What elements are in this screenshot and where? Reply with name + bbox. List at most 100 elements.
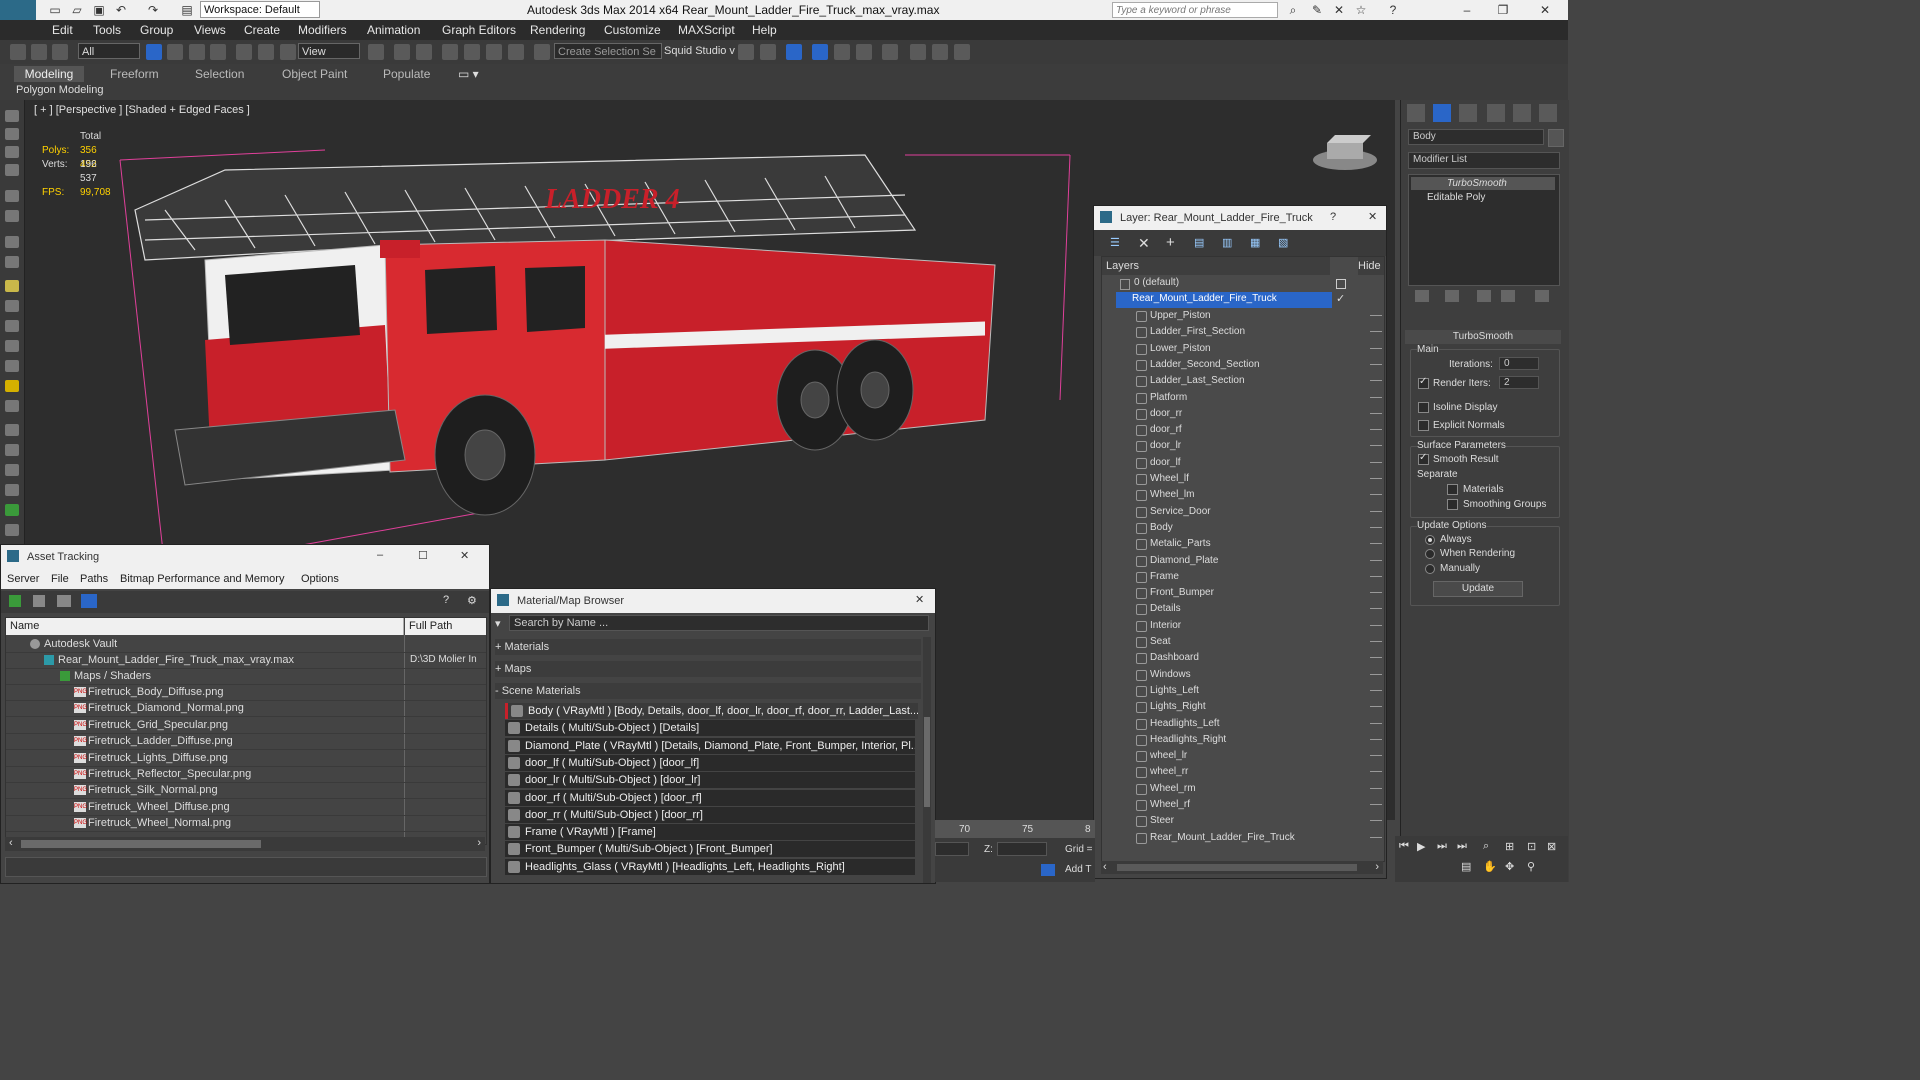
material-row[interactable]: Frame ( VRayMtl ) [Frame] — [505, 824, 915, 841]
layer-item[interactable]: Lights_Left — [1114, 683, 1384, 699]
menu-animation[interactable]: Animation — [367, 23, 420, 37]
layer-item[interactable]: Details — [1114, 601, 1384, 617]
time-tag-icon[interactable] — [1041, 864, 1055, 876]
when-rendering-radio[interactable] — [1425, 549, 1435, 559]
viewport-label[interactable]: [ + ] [Perspective ] [Shaded + Edged Fac… — [34, 104, 250, 116]
layer-item[interactable]: Wheel_lf — [1114, 471, 1384, 487]
zoom-extents-icon[interactable]: ⊡ — [1527, 840, 1536, 853]
layer-default-hide-box[interactable] — [1336, 279, 1346, 289]
help-icon[interactable]: ? — [1330, 211, 1336, 223]
goto-end-icon[interactable]: ⏭ — [1457, 840, 1467, 853]
align-icon[interactable] — [760, 44, 776, 60]
layer-item[interactable]: Seat — [1114, 634, 1384, 650]
hide-toggle[interactable] — [1370, 412, 1382, 414]
ribbon-options-icon[interactable]: ▭ ▾ — [458, 67, 479, 81]
asset-file-row[interactable]: PNG Firetruck_Grid_Specular.png — [6, 717, 486, 734]
asset-menu-paths[interactable]: Paths — [80, 573, 108, 585]
utilities-tab-icon[interactable] — [1539, 104, 1557, 122]
undo-icon[interactable]: ↶ — [114, 3, 128, 17]
layer-item[interactable]: Headlights_Right — [1114, 732, 1384, 748]
menu-views[interactable]: Views — [194, 23, 226, 37]
scroll-left-icon[interactable]: ‹ — [9, 837, 13, 849]
favorites-icon[interactable]: ☆ — [1354, 3, 1368, 17]
layer-item[interactable]: door_rr — [1114, 406, 1384, 422]
layer-item[interactable]: Body — [1114, 520, 1384, 536]
tool-icon-19[interactable] — [5, 484, 19, 496]
always-radio[interactable] — [1425, 535, 1435, 545]
freeze-all-icon[interactable]: ▧ — [1278, 236, 1288, 249]
polygon-modeling-label[interactable]: Polygon Modeling — [16, 84, 103, 96]
named-selection-dropdown[interactable]: Create Selection Se — [554, 43, 662, 59]
manually-radio[interactable] — [1425, 564, 1435, 574]
edit-named-sel-icon[interactable] — [534, 44, 550, 60]
selection-filter-dropdown[interactable]: All — [78, 43, 140, 59]
angle-snap-icon[interactable] — [464, 44, 480, 60]
smoothing-groups-checkbox[interactable] — [1447, 499, 1458, 510]
mat-options-icon[interactable]: ▾ — [495, 617, 507, 630]
close-icon[interactable]: ✕ — [1368, 210, 1377, 223]
link-icon[interactable] — [10, 44, 26, 60]
tab-freeform[interactable]: Freeform — [110, 67, 159, 81]
hide-toggle[interactable] — [1370, 641, 1382, 642]
layer-item[interactable]: Lower_Piston — [1114, 341, 1384, 357]
layer-hscroll[interactable]: ‹ › — [1101, 861, 1383, 874]
layer-item[interactable]: door_lf — [1114, 455, 1384, 471]
rect-region-icon[interactable] — [189, 44, 205, 60]
tab-populate[interactable]: Populate — [383, 67, 430, 81]
snap-icon[interactable] — [442, 44, 458, 60]
pan-icon[interactable]: ✋ — [1483, 860, 1497, 873]
percent-snap-icon[interactable] — [486, 44, 502, 60]
hide-toggle[interactable] — [1370, 689, 1382, 691]
display-tab-icon[interactable] — [1513, 104, 1531, 122]
tool-icon-11[interactable] — [5, 320, 19, 332]
pin-stack-icon[interactable] — [1415, 290, 1429, 302]
tool-icon-9[interactable] — [5, 280, 19, 292]
material-row[interactable]: door_lr ( Multi/Sub-Object ) [door_lr] — [505, 772, 915, 789]
mat-search-input[interactable]: Search by Name ... — [509, 615, 929, 631]
goto-start-icon[interactable]: ⏮ — [1399, 840, 1409, 853]
menu-graph-editors[interactable]: Graph Editors — [442, 23, 516, 37]
hide-toggle[interactable] — [1370, 771, 1382, 773]
minimize-icon[interactable]: – — [1460, 3, 1474, 17]
hide-toggle[interactable] — [1370, 445, 1382, 447]
layer-item[interactable]: Interior — [1114, 618, 1384, 634]
material-row[interactable]: Diamond_Plate ( VRayMtl ) [Details, Diam… — [505, 737, 915, 754]
hide-toggle[interactable] — [1370, 820, 1382, 822]
close-icon[interactable]: ✕ — [1538, 3, 1552, 17]
tool-icon-14[interactable] — [5, 380, 19, 392]
hide-column-header[interactable]: Hide — [1358, 257, 1384, 275]
zoom-icon[interactable]: ⌕ — [1483, 840, 1489, 853]
add-time-tag[interactable]: Add T — [1065, 864, 1092, 875]
scroll-right-icon[interactable]: › — [477, 837, 481, 849]
layer-item[interactable]: Wheel_rm — [1114, 781, 1384, 797]
fov-icon[interactable]: ▤ — [1461, 860, 1471, 873]
make-unique-icon[interactable] — [1477, 290, 1491, 302]
window-crossing-icon[interactable] — [210, 44, 226, 60]
ref-coord-dropdown[interactable]: View — [298, 43, 360, 59]
scale-icon[interactable] — [280, 44, 296, 60]
asset-hscroll[interactable]: ‹ › — [5, 837, 485, 851]
isoline-display-checkbox[interactable] — [1418, 402, 1429, 413]
modifier-list-dropdown[interactable]: Modifier List — [1408, 152, 1560, 169]
remove-modifier-icon[interactable] — [1501, 290, 1515, 302]
hide-toggle[interactable] — [1370, 804, 1382, 805]
layer-item[interactable]: Wheel_rf — [1114, 797, 1384, 813]
asset-file-row[interactable]: PNG Firetruck_Silk_Normal.png — [6, 782, 486, 800]
save-icon[interactable]: ▣ — [92, 3, 106, 17]
hide-toggle[interactable] — [1370, 722, 1382, 724]
settings-icon[interactable]: ⚙ — [467, 594, 477, 607]
tool-icon-21[interactable] — [5, 524, 19, 536]
maximize-viewport-icon[interactable]: ⊠ — [1547, 840, 1556, 853]
asset-menu-bitmap[interactable]: Bitmap Performance and Memory — [120, 573, 284, 585]
motion-tab-icon[interactable] — [1487, 104, 1505, 122]
mirror-icon[interactable] — [738, 44, 754, 60]
layer-manager-icon[interactable] — [786, 44, 802, 60]
move-icon[interactable] — [236, 44, 252, 60]
spinner-snap-icon[interactable] — [508, 44, 524, 60]
hide-toggle[interactable] — [1370, 315, 1382, 316]
add-to-layer-icon[interactable]: + — [1166, 234, 1175, 251]
menu-rendering[interactable]: Rendering — [530, 23, 585, 37]
material-row[interactable]: Details ( Multi/Sub-Object ) [Details] — [505, 720, 915, 737]
asset-hscroll-thumb[interactable] — [21, 840, 261, 848]
layer-item[interactable]: Ladder_Second_Section — [1114, 357, 1384, 373]
